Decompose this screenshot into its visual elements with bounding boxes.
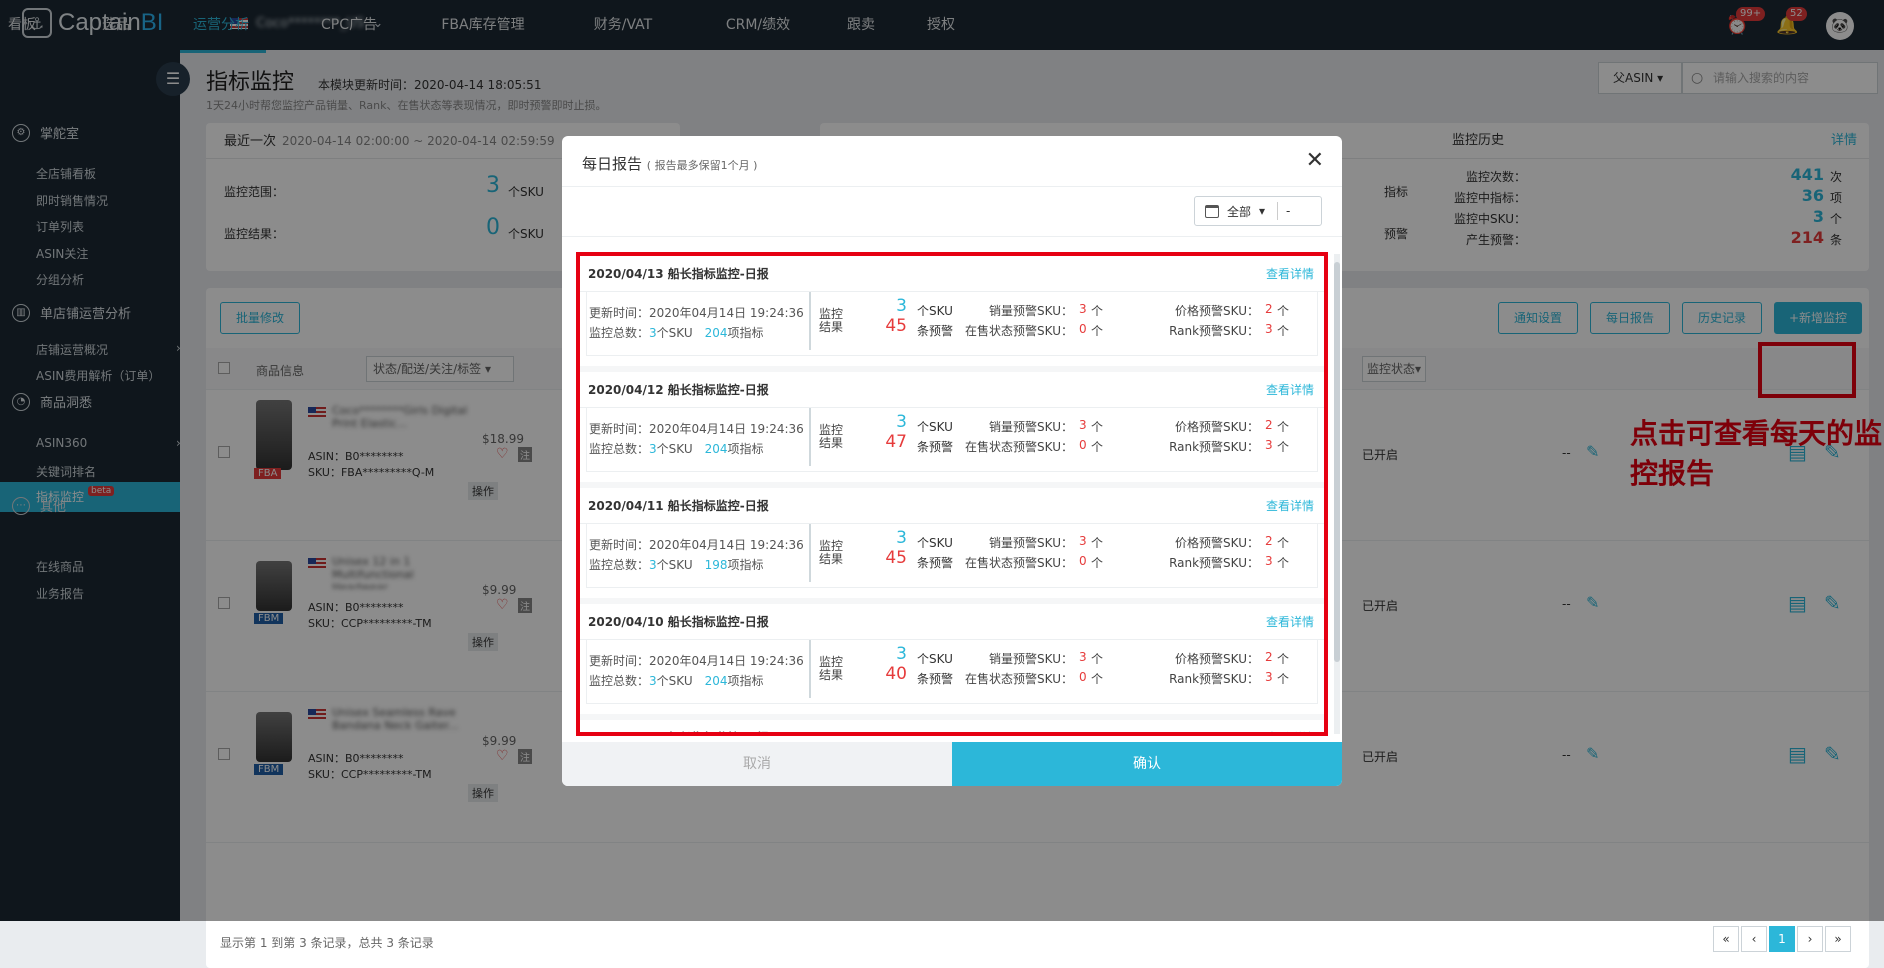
page-button[interactable]: › [1797, 926, 1823, 952]
page-button[interactable]: » [1825, 926, 1851, 952]
page-button[interactable]: « [1713, 926, 1739, 952]
pagination-info: 显示第 1 到第 3 条记录，总共 3 条记录 [220, 936, 434, 950]
close-icon[interactable]: ✕ [1306, 148, 1324, 173]
page-button[interactable]: ‹ [1741, 926, 1767, 952]
daily-report-modal: 每日报告 ( 报告最多保留1个月 ) ✕ 全部 ▾ - 2020/04/13 船长… [562, 136, 1342, 786]
report-list-scrollbar[interactable] [1334, 254, 1340, 734]
date-filter-select[interactable]: 全部 ▾ - [1194, 196, 1322, 226]
highlight-box [576, 252, 1328, 736]
chevron-down-icon: ▾ [1259, 204, 1266, 218]
modal-title: 每日报告 ( 报告最多保留1个月 ) [582, 155, 758, 173]
calendar-icon [1205, 204, 1219, 218]
pagination: «‹ 1 ›» [1713, 926, 1851, 952]
confirm-button[interactable]: 确认 [952, 742, 1342, 786]
cancel-button[interactable]: 取消 [562, 742, 952, 786]
page-button[interactable]: 1 [1769, 926, 1795, 952]
modal-note: ( 报告最多保留1个月 ) [646, 159, 758, 172]
